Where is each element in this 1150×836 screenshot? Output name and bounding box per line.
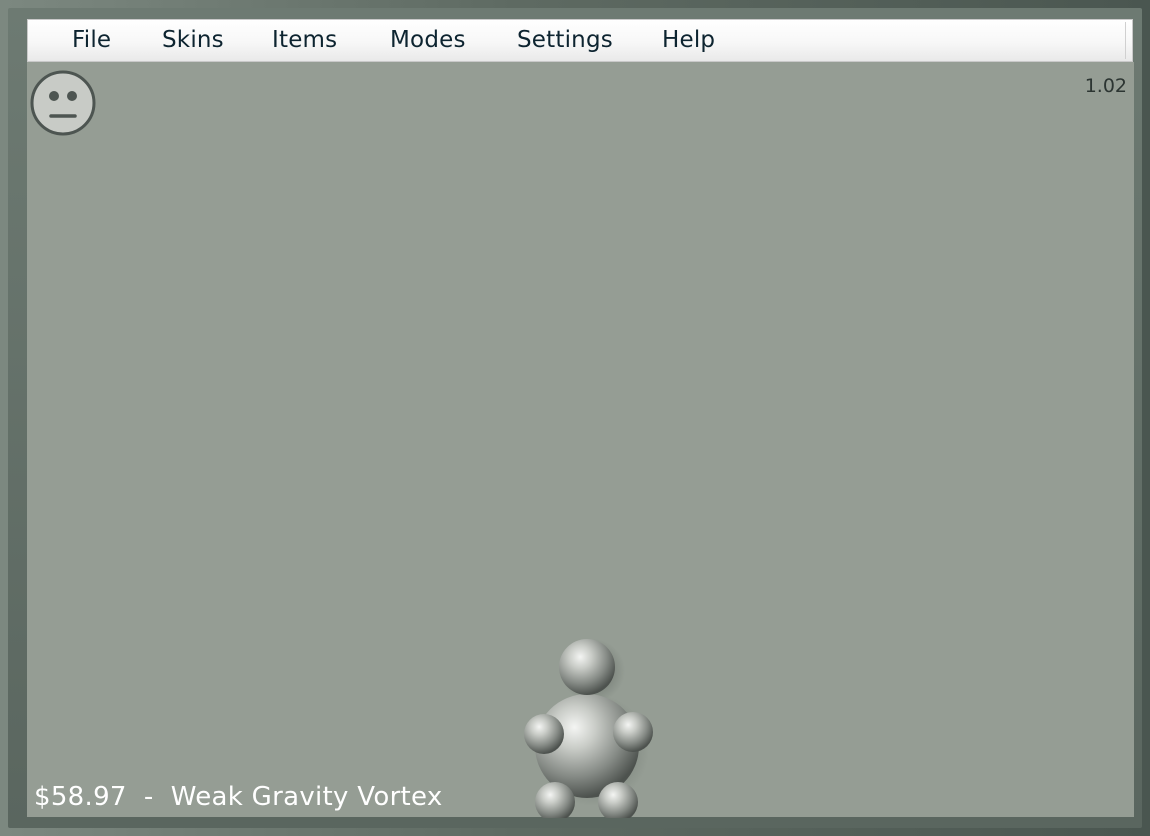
ragdoll-buddy[interactable]	[505, 628, 675, 822]
money-label: $58.97	[34, 782, 127, 812]
menu-skins[interactable]: Skins	[162, 27, 224, 53]
neutral-face-icon[interactable]	[30, 70, 96, 136]
status-separator: -	[126, 782, 171, 812]
menu-help[interactable]: Help	[662, 27, 715, 53]
menu-file[interactable]: File	[72, 27, 111, 53]
version-label: 1.02	[1084, 75, 1127, 97]
menu-items[interactable]: Items	[272, 27, 337, 53]
status-bar: $58.97 - Weak Gravity Vortex	[34, 782, 443, 812]
menu-bar-divider	[1125, 22, 1126, 59]
menu-bar: File Skins Items Modes Settings Help	[27, 19, 1133, 62]
weapon-label: Weak Gravity Vortex	[170, 782, 443, 812]
menu-modes[interactable]: Modes	[390, 27, 466, 53]
menu-settings[interactable]: Settings	[517, 27, 613, 53]
